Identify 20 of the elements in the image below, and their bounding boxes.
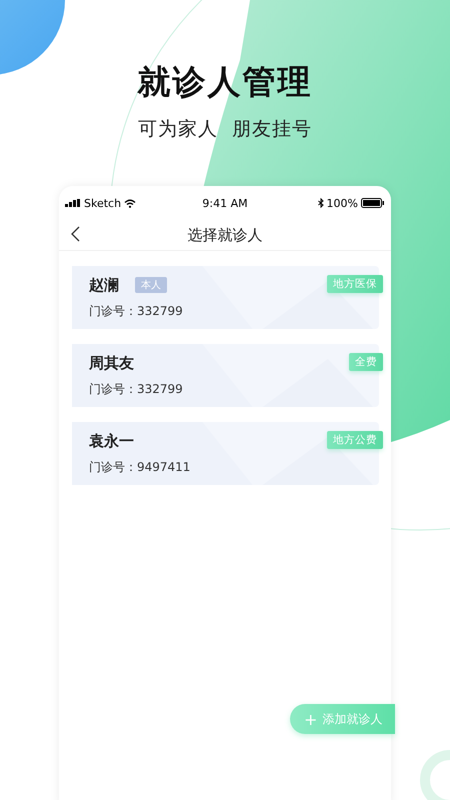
page-title: 选择就诊人 xyxy=(188,226,262,244)
carrier: Sketch xyxy=(84,196,122,210)
clock: 9:41 AM xyxy=(202,196,248,210)
clinic-number: 门诊号：332799 xyxy=(89,302,184,320)
insurance-tag: 地方公费 xyxy=(327,431,383,449)
battery-percent: 100% xyxy=(326,196,358,210)
subtitle: 可为家人 朋友挂号 xyxy=(138,117,312,142)
insurance-tag: 地方医保 xyxy=(327,275,383,293)
wifi-icon xyxy=(124,198,136,208)
patient-name: 袁永一 xyxy=(89,432,134,450)
patient-name: 周其友 xyxy=(89,354,134,372)
bluetooth-icon xyxy=(318,198,324,208)
headline: 就诊人管理 xyxy=(138,61,312,103)
clinic-number: 门诊号：9497411 xyxy=(89,458,192,476)
self-badge: 本人 xyxy=(135,277,167,293)
patient-name: 赵澜 xyxy=(89,276,119,294)
signal-icon xyxy=(65,199,81,207)
insurance-tag: 全费 xyxy=(349,353,383,371)
clinic-number: 门诊号：332799 xyxy=(89,380,184,398)
battery-icon xyxy=(361,198,385,208)
